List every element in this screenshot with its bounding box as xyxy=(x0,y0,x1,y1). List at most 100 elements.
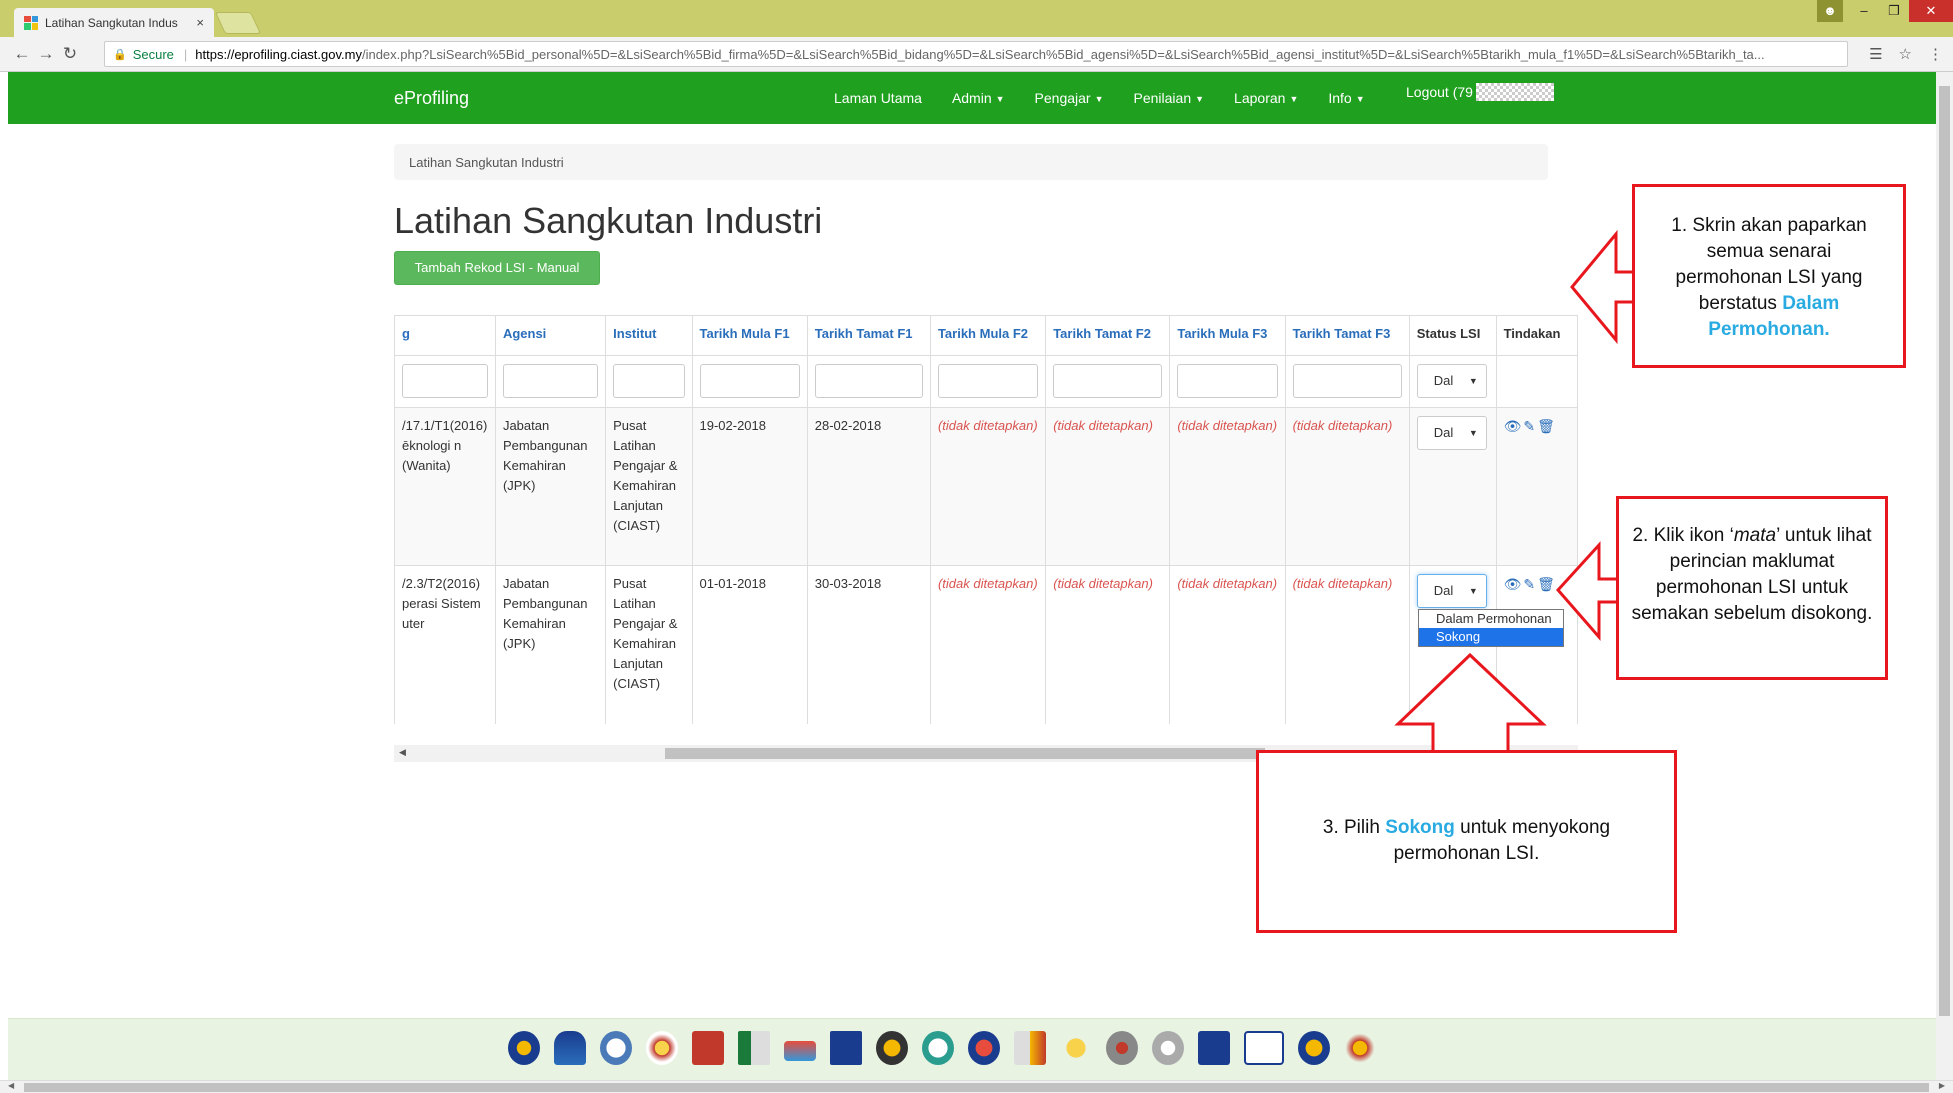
col-header-tindakan: Tindakan xyxy=(1495,315,1578,356)
filter-cell xyxy=(494,355,607,408)
kbs-logo-icon xyxy=(876,1031,908,1065)
menu-item-laporan[interactable]: Laporan ▼ xyxy=(1234,90,1298,106)
minimize-icon[interactable]: – xyxy=(1849,0,1879,22)
logout-link[interactable]: Logout (79 xyxy=(1406,83,1554,101)
cell-status: Dal ▼ xyxy=(1408,407,1497,566)
scroll-right-icon[interactable]: ▶ xyxy=(1939,1081,1945,1090)
filter-tamat-f3-input[interactable] xyxy=(1292,364,1402,398)
cell-agensi: Jabatan Pembangunan Kemahiran (JPK) xyxy=(494,407,607,566)
cell-mula-f2: (tidak ditetapkan) xyxy=(929,407,1047,566)
menu-item-laman-utama[interactable]: Laman Utama xyxy=(834,90,922,106)
menu-item-info[interactable]: Info ▼ xyxy=(1328,90,1364,106)
filter-tamat-f2-input[interactable] xyxy=(1053,364,1163,398)
cell-mula-f3: (tidak ditetapkan) xyxy=(1169,565,1286,724)
profile-icon[interactable]: ☻ xyxy=(1817,0,1843,22)
back-icon[interactable]: ← xyxy=(10,44,34,64)
jpk-logo-icon xyxy=(554,1031,586,1065)
agency-logo-icon xyxy=(1344,1031,1376,1065)
option-dalam-permohonan[interactable]: Dalam Permohonan xyxy=(1419,610,1563,628)
browser-tab[interactable]: Latihan Sangkutan Indus × xyxy=(14,8,214,37)
callout-2-em: mata xyxy=(1733,525,1777,546)
brand-link[interactable]: eProfiling xyxy=(394,88,469,109)
filter-bidang-input[interactable] xyxy=(402,364,488,398)
reload-icon[interactable]: ↻ xyxy=(58,44,82,64)
page-horizontal-scrollbar[interactable]: ◀ ▶ xyxy=(0,1080,1953,1093)
filter-tamat-f1-input[interactable] xyxy=(814,364,923,398)
col-header-tarikh-mula-f2[interactable]: Tarikh Mula F2 xyxy=(929,315,1047,356)
flag-logo-icon xyxy=(830,1031,862,1065)
filter-mula-f2-input[interactable] xyxy=(937,364,1039,398)
filter-status-select[interactable]: Dal ▼ xyxy=(1416,364,1487,398)
col-header-tarikh-tamat-f3[interactable]: Tarikh Tamat F3 xyxy=(1284,315,1410,356)
main-menu: Laman Utama Admin ▼ Pengajar ▼ Penilaian ▼ … xyxy=(834,90,1365,106)
trash-icon[interactable]: 🗑 xyxy=(1537,416,1555,436)
pencil-icon[interactable]: ✎ xyxy=(1523,574,1535,594)
col-header-tarikh-mula-f3[interactable]: Tarikh Mula F3 xyxy=(1169,315,1286,356)
close-window-icon[interactable]: ✕ xyxy=(1909,0,1953,22)
vertical-scrollbar[interactable] xyxy=(1936,72,1953,1080)
breadcrumb-item: Latihan Sangkutan Industri xyxy=(409,155,564,170)
translate-icon[interactable]: ☰ xyxy=(1869,45,1882,63)
footer-logos-bar xyxy=(8,1018,1936,1080)
menu-kebab-icon[interactable]: ⋮ xyxy=(1928,45,1943,63)
callout-3-highlight: Sokong xyxy=(1385,817,1455,838)
chevron-down-icon: ▼ xyxy=(1468,376,1478,386)
scroll-thumb[interactable] xyxy=(1939,86,1950,1016)
filter-institut-input[interactable] xyxy=(613,364,685,398)
callout-arrow-3 xyxy=(1394,652,1547,756)
url-path: /index.php?LsiSearch%5Bid_personal%5D=&L… xyxy=(361,46,1765,62)
table-header-row: g Agensi Institut Tarikh Mula F1 Tarikh … xyxy=(394,315,1578,356)
cell-agensi: Jabatan Pembangunan Kemahiran (JPK) xyxy=(494,565,607,724)
scroll-thumb[interactable] xyxy=(24,1083,1929,1092)
pencil-icon[interactable]: ✎ xyxy=(1523,416,1535,436)
menu-label: Pengajar xyxy=(1034,90,1091,106)
status-dropdown-list: Dalam Permohonan Sokong xyxy=(1418,609,1564,647)
tab-close-icon[interactable]: × xyxy=(196,15,204,30)
filter-cell: Dal ▼ xyxy=(1408,355,1497,408)
chevron-down-icon: ▼ xyxy=(1468,428,1478,438)
col-header-agensi[interactable]: Agensi xyxy=(494,315,607,356)
col-header-tarikh-tamat-f2[interactable]: Tarikh Tamat F2 xyxy=(1045,315,1171,356)
agency-logo-icon xyxy=(738,1031,770,1065)
menu-item-pengajar[interactable]: Pengajar ▼ xyxy=(1035,90,1104,106)
col-header-tarikh-mula-f1[interactable]: Tarikh Mula F1 xyxy=(691,315,808,356)
col-header-institut[interactable]: Institut xyxy=(605,315,693,356)
restore-icon[interactable]: ❐ xyxy=(1879,0,1909,22)
url-input[interactable]: 🔒 Secure | https://eprofiling.ciast.gov.… xyxy=(104,41,1848,67)
scroll-left-icon[interactable]: ◀ xyxy=(8,1081,14,1090)
caret-down-icon: ▼ xyxy=(1094,94,1104,105)
bookmark-star-icon[interactable]: ☆ xyxy=(1899,45,1912,63)
cidb-logo-icon xyxy=(922,1031,954,1065)
col-header-status-lsi: Status LSI xyxy=(1408,315,1497,356)
trash-icon[interactable]: 🗑 xyxy=(1537,574,1555,594)
page-title: Latihan Sangkutan Industri xyxy=(394,200,823,241)
eye-icon[interactable]: 👁 xyxy=(1504,416,1522,436)
filter-cell xyxy=(1495,355,1578,408)
cell-mula-f1: 19-02-2018 xyxy=(691,407,808,566)
filter-mula-f3-input[interactable] xyxy=(1177,364,1278,398)
cell-tamat-f2: (tidak ditetapkan) xyxy=(1045,407,1171,566)
cell-mula-f2: (tidak ditetapkan) xyxy=(929,565,1047,724)
window-controls: ☻ – ❐ ✕ xyxy=(1817,0,1953,24)
status-select-open[interactable]: Dal ▼ xyxy=(1416,574,1487,608)
add-lsi-manual-button[interactable]: Tambah Rekod LSI - Manual xyxy=(394,251,600,285)
col-header-bidang[interactable]: g xyxy=(394,315,496,356)
new-tab-button[interactable] xyxy=(214,12,262,34)
filter-mula-f1-input[interactable] xyxy=(699,364,800,398)
callout-2-text: 2. Klik ikon ‘ xyxy=(1632,525,1734,546)
menu-item-penilaian[interactable]: Penilaian ▼ xyxy=(1134,90,1205,106)
cell-mula-f3: (tidak ditetapkan) xyxy=(1169,407,1286,566)
address-bar: ← → ↻ 🔒 Secure | https://eprofiling.cias… xyxy=(0,37,1953,72)
agency-logo-icon xyxy=(968,1031,1000,1065)
callout-3-text: 3. Pilih xyxy=(1322,817,1386,838)
filter-agensi-input[interactable] xyxy=(502,364,599,398)
eye-icon[interactable]: 👁 xyxy=(1504,574,1522,594)
option-sokong[interactable]: Sokong xyxy=(1419,628,1563,646)
forward-icon[interactable]: → xyxy=(34,44,58,64)
scroll-thumb[interactable] xyxy=(665,748,1265,759)
status-select[interactable]: Dal ▼ xyxy=(1416,416,1487,450)
filter-cell xyxy=(691,355,808,408)
menu-item-admin[interactable]: Admin ▼ xyxy=(952,90,1005,106)
col-header-tarikh-tamat-f1[interactable]: Tarikh Tamat F1 xyxy=(806,315,931,356)
scroll-left-icon[interactable]: ◀ xyxy=(399,747,406,758)
